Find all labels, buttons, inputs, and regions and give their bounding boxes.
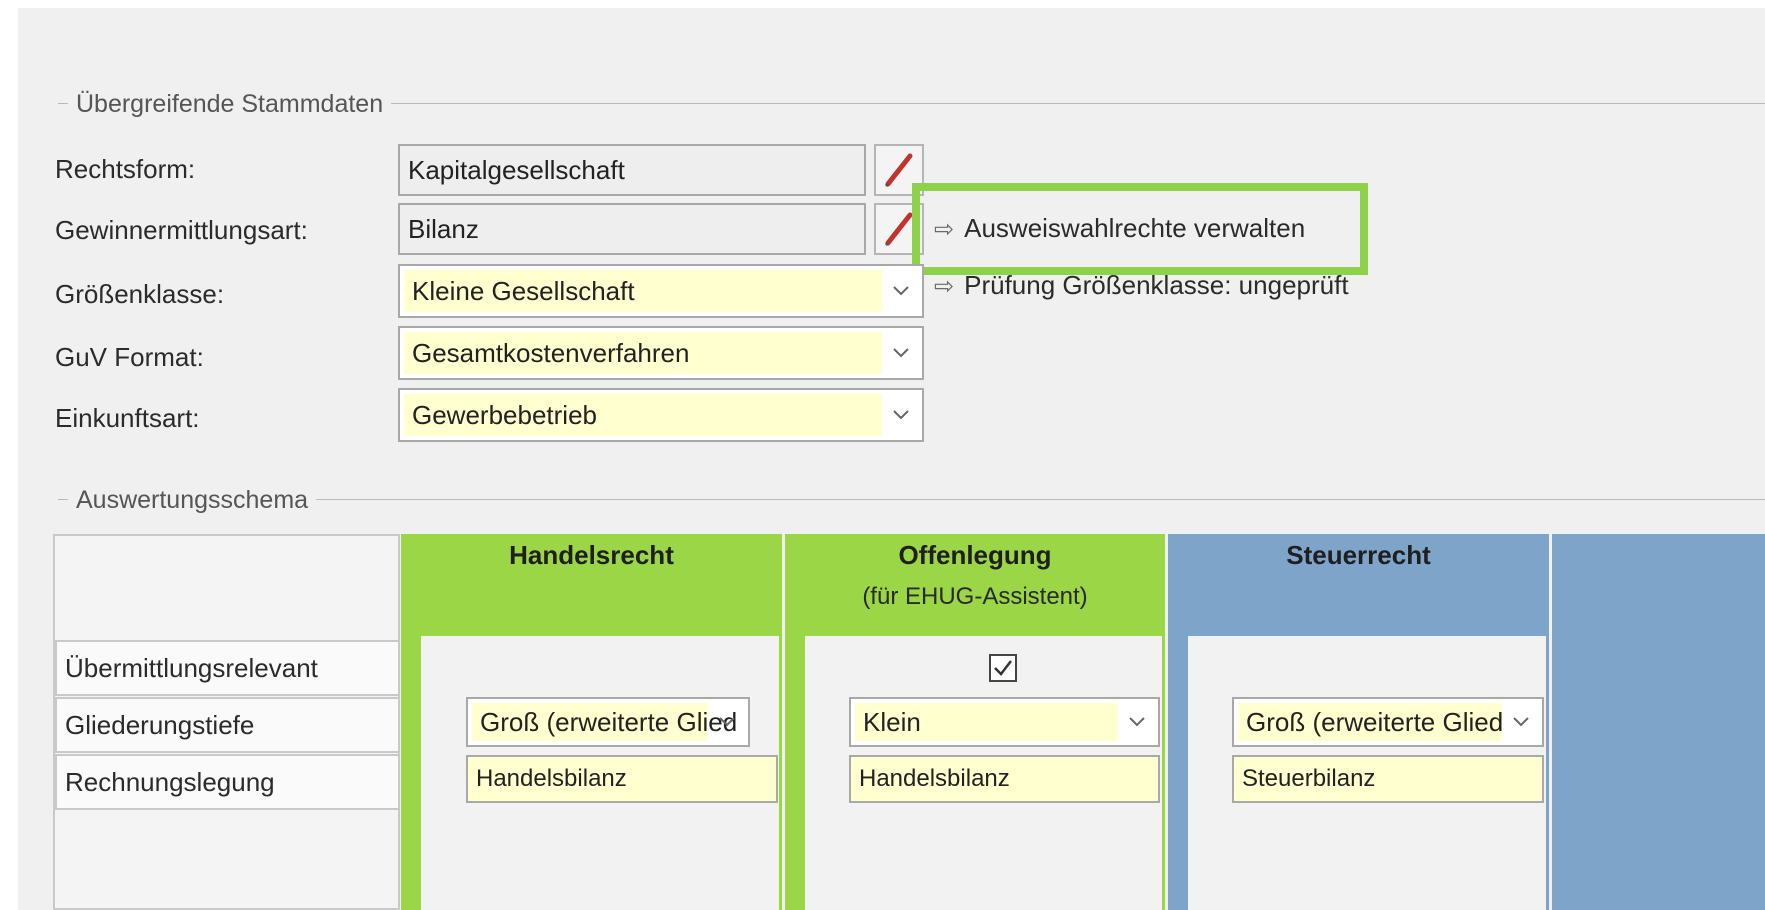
- rechtsform-field[interactable]: Kapitalgesellschaft: [398, 144, 866, 196]
- guv-format-value: Gesamtkostenverfahren: [404, 332, 882, 374]
- row-label-gliederungstiefe: Gliederungstiefe: [55, 697, 400, 753]
- chevron-down-icon: [712, 699, 742, 745]
- einkunftsart-select[interactable]: Gewerbebetrieb: [398, 388, 924, 442]
- row-label-uebermittlungsrelevant: Übermittlungsrelevant: [55, 640, 400, 696]
- auswertung-group-title: Auswertungsschema: [68, 485, 317, 515]
- handelsrecht-gliederung-value: Groß (erweiterte Glied: [472, 703, 737, 741]
- uebermittlungsrelevant-checkbox[interactable]: [989, 654, 1017, 682]
- pruefung-groessenklasse-link[interactable]: ⇨ Prüfung Größenklasse: ungeprüft: [934, 268, 1349, 304]
- handelsrecht-rechnungslegung-field[interactable]: Handelsbilanz: [466, 755, 778, 803]
- steuerrecht-header: Steuerrecht: [1286, 540, 1431, 570]
- next-column-edge: [1552, 534, 1765, 910]
- groessenklasse-label: Größenklasse:: [55, 279, 225, 309]
- handelsrecht-header: Handelsrecht: [509, 540, 674, 570]
- arrow-right-icon: ⇨: [934, 273, 955, 300]
- chevron-down-icon: [886, 390, 916, 440]
- steuerrecht-rechnungslegung-field[interactable]: Steuerbilanz: [1232, 755, 1544, 803]
- row-label-rechnungslegung: Rechnungslegung: [55, 754, 400, 810]
- steuerrecht-gliederung-select[interactable]: Groß (erweiterte Glied: [1232, 697, 1544, 747]
- groessenklasse-select[interactable]: Kleine Gesellschaft: [398, 264, 924, 318]
- offenlegung-title: Offenlegung: [898, 540, 1052, 570]
- offenlegung-header: Offenlegung (für EHUG-Assistent): [785, 540, 1165, 611]
- einkunftsart-label: Einkunftsart:: [55, 403, 200, 433]
- offenlegung-gliederung-select[interactable]: Klein: [849, 697, 1160, 747]
- chevron-down-icon: [1122, 699, 1152, 745]
- offenlegung-gliederung-value: Klein: [855, 703, 1118, 741]
- pencil-icon: [884, 212, 913, 247]
- offenlegung-rechnungslegung-field[interactable]: Handelsbilanz: [849, 755, 1160, 803]
- highlight-box: [912, 183, 1368, 275]
- rechtsform-label: Rechtsform:: [55, 154, 196, 184]
- stammdaten-group-title: Übergreifende Stammdaten: [68, 89, 392, 119]
- chevron-down-icon: [1506, 699, 1536, 745]
- pruefung-link-text: Prüfung Größenklasse: ungeprüft: [964, 270, 1349, 300]
- chevron-down-icon: [886, 266, 916, 316]
- guv-format-select[interactable]: Gesamtkostenverfahren: [398, 326, 924, 380]
- pencil-icon: [884, 153, 913, 188]
- gewinnermittlungsart-label: Gewinnermittlungsart:: [55, 215, 308, 245]
- gewinnermittlungsart-field[interactable]: Bilanz: [398, 203, 866, 255]
- guv-format-label: GuV Format:: [55, 342, 204, 372]
- offenlegung-subtitle: (für EHUG-Assistent): [862, 583, 1088, 610]
- chevron-down-icon: [886, 328, 916, 378]
- einkunftsart-value: Gewerbebetrieb: [404, 394, 882, 436]
- checkmark-icon: [994, 660, 1012, 676]
- groessenklasse-value: Kleine Gesellschaft: [404, 270, 882, 312]
- steuerrecht-gliederung-value: Groß (erweiterte Glied: [1238, 703, 1503, 741]
- handelsrecht-gliederung-select[interactable]: Groß (erweiterte Glied: [466, 697, 750, 747]
